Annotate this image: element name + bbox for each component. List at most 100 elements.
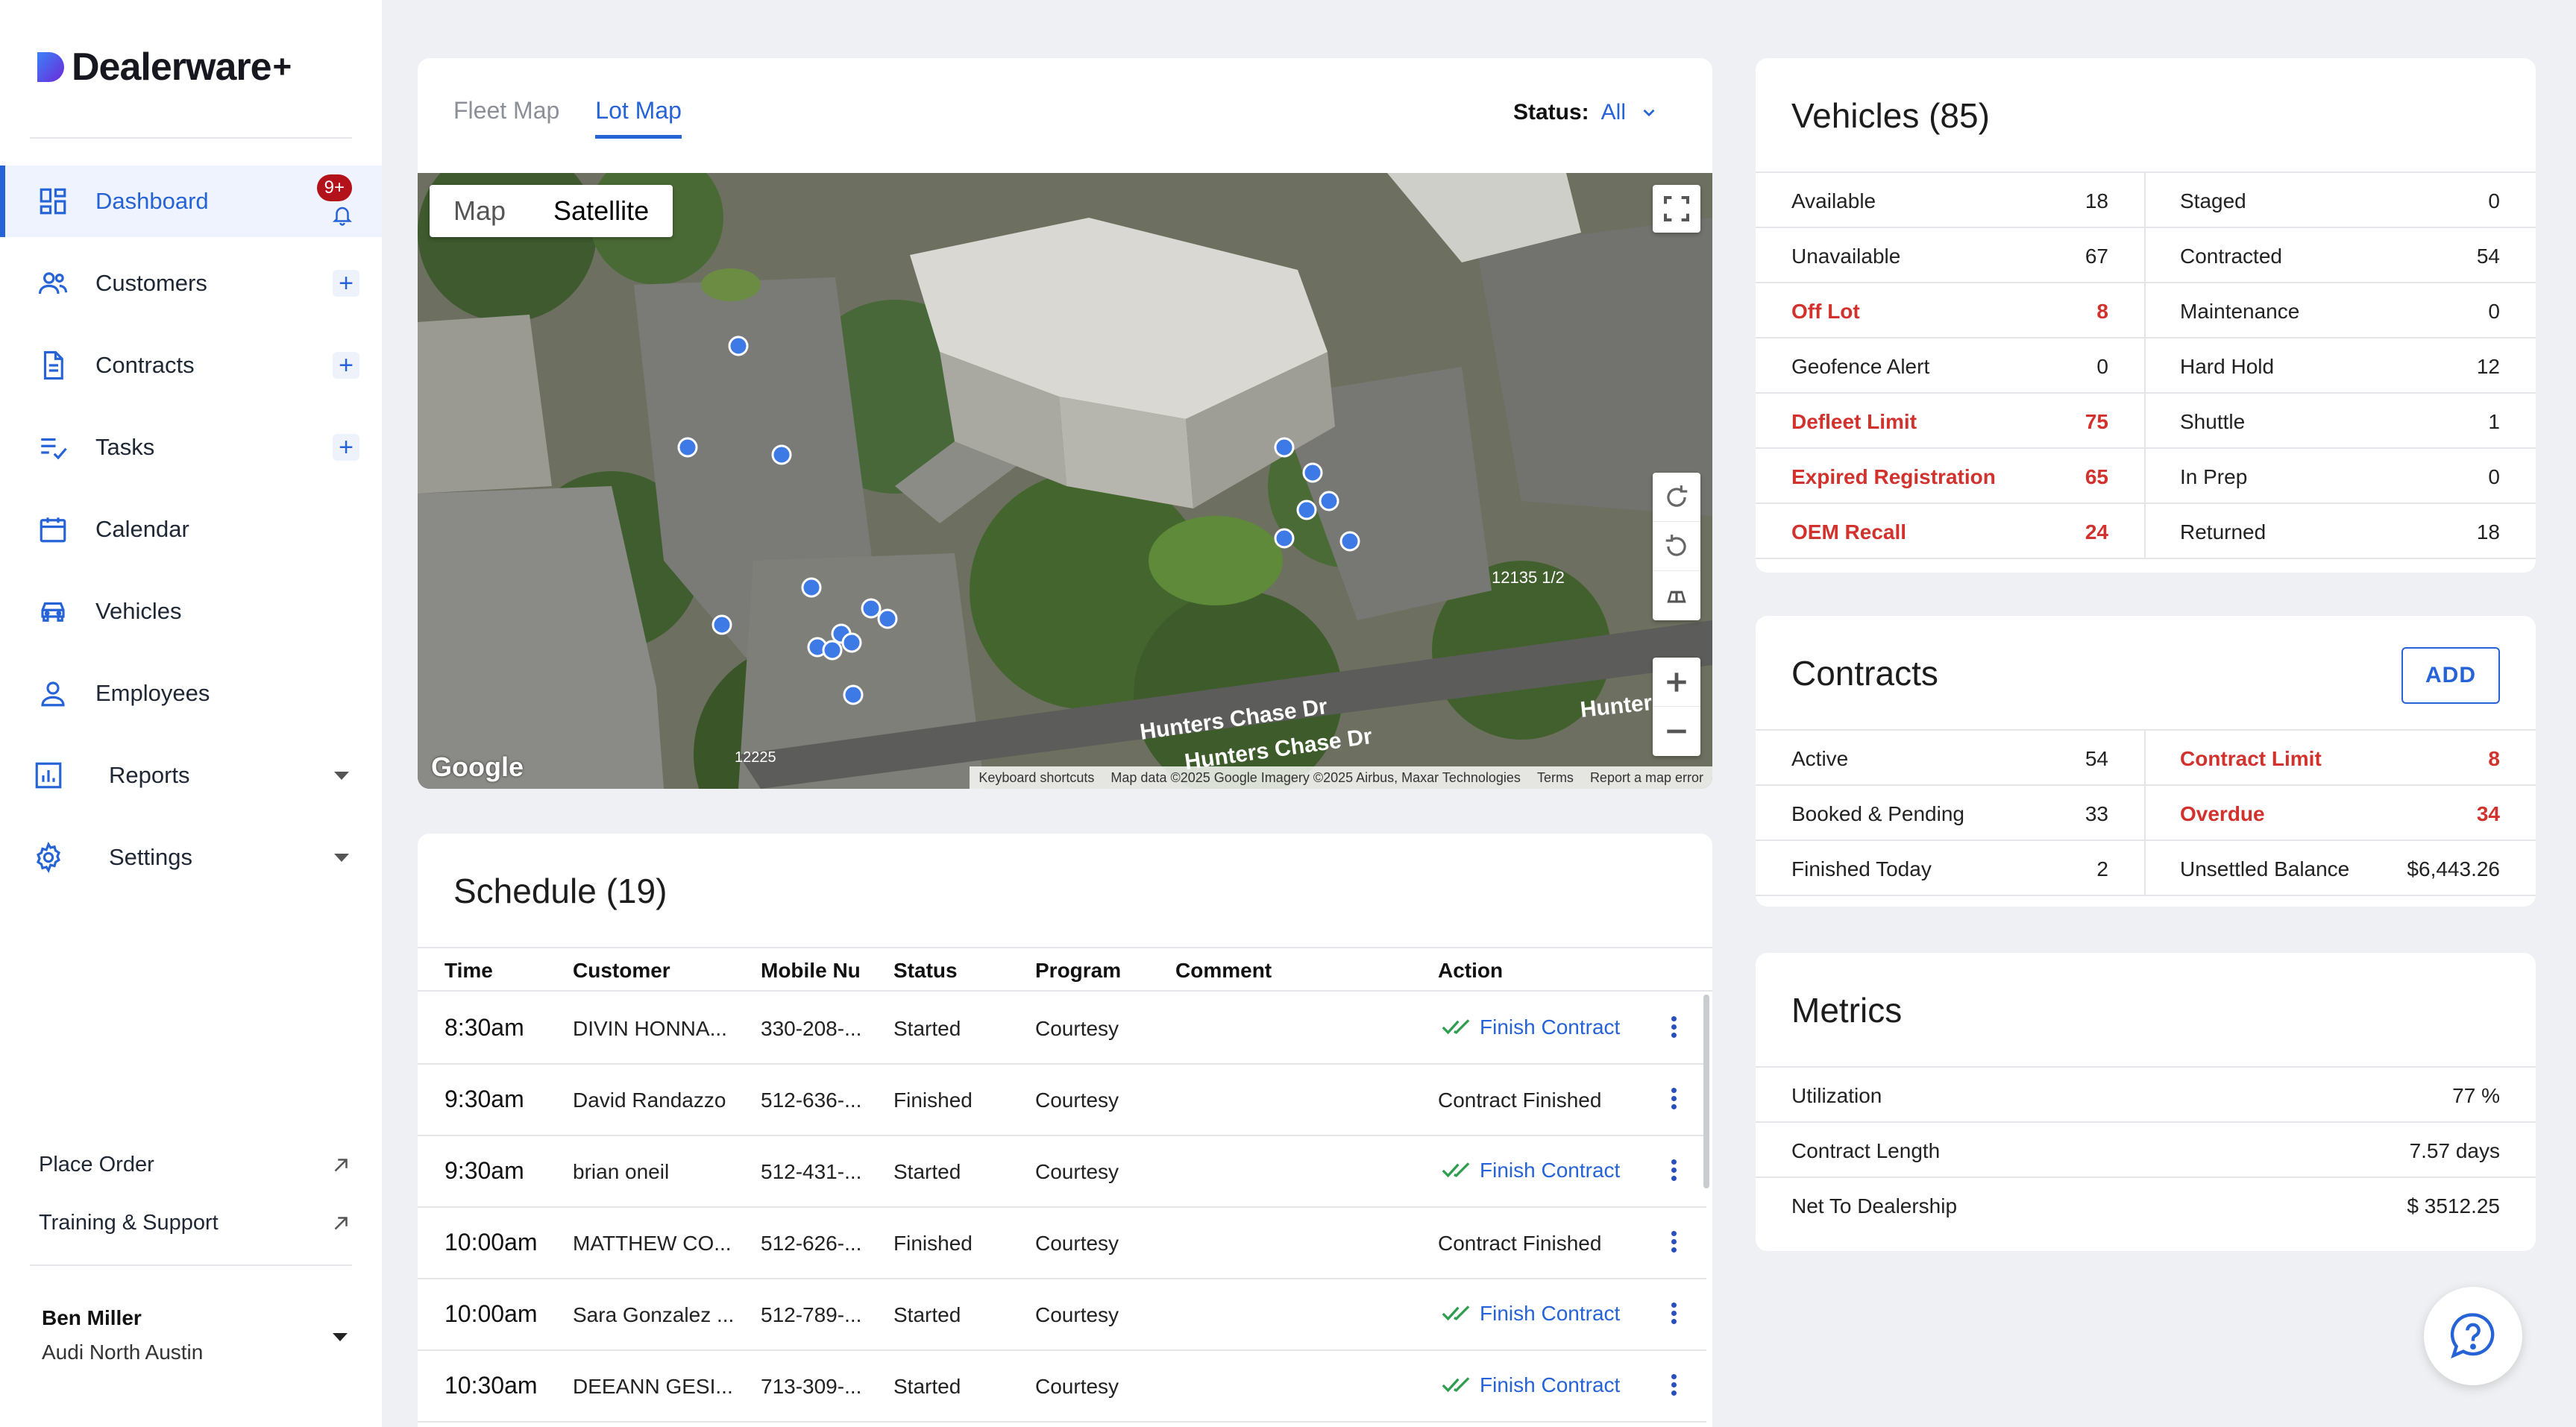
add-customer-button[interactable]: + [333, 270, 359, 297]
stat-staged[interactable]: Staged 0 [2146, 173, 2536, 227]
map-attribution: Keyboard shortcuts Map data ©2025 Google… [970, 766, 1712, 789]
report-map-error-link[interactable]: Report a map error [1590, 770, 1703, 786]
cell-status: Finished [893, 1232, 973, 1255]
rotate-clockwise-button[interactable] [1653, 473, 1700, 522]
nav-item-settings[interactable]: Settings [0, 822, 382, 893]
column-header[interactable]: Action [1438, 959, 1503, 983]
satellite-map[interactable]: Hunters Chase Dr Hunters Chase Dr Hunter… [418, 173, 1712, 789]
stat-expired-registration[interactable]: Expired Registration 65 [1756, 449, 2146, 503]
column-header[interactable]: Comment [1175, 959, 1272, 983]
nav-item-calendar[interactable]: Calendar [0, 494, 382, 565]
row-menu-button[interactable] [1665, 1229, 1683, 1259]
schedule-title: Schedule (19) [453, 872, 667, 910]
table-row[interactable]: 10:30am DEEANN GESI... 713-309-... Start… [418, 1351, 1706, 1423]
row-menu-button[interactable] [1665, 1300, 1683, 1330]
stat-available[interactable]: Available 18 [1756, 173, 2146, 227]
metrics-title: Metrics [1791, 991, 1903, 1030]
nav-item-dashboard[interactable]: Dashboard 9+ [0, 166, 382, 237]
stat-unavailable[interactable]: Unavailable 67 [1756, 228, 2146, 282]
zoom-in-button[interactable] [1653, 658, 1700, 707]
table-row[interactable]: 10:00am Sara Gonzalez ... 512-789-... St… [418, 1279, 1706, 1351]
stat-contracted[interactable]: Contracted 54 [2146, 228, 2536, 282]
finish-contract-button[interactable]: Finish Contract [1441, 1302, 1620, 1326]
row-menu-button[interactable] [1665, 1014, 1683, 1044]
finish-contract-button[interactable]: Finish Contract [1441, 1159, 1620, 1182]
training-support-link[interactable]: Training & Support [39, 1211, 352, 1235]
add-contract-button[interactable]: + [333, 352, 359, 379]
stat-value: 12 [2476, 355, 2500, 378]
stat-oem-recall[interactable]: OEM Recall 24 [1756, 504, 2146, 558]
terms-link[interactable]: Terms [1537, 770, 1574, 786]
stat-returned[interactable]: Returned 18 [2146, 504, 2536, 558]
schedule-scrollbar[interactable] [1703, 995, 1709, 1188]
add-contract-button[interactable]: ADD [2401, 647, 2500, 704]
table-row[interactable]: 10:00am MATTHEW CO... 512-626-... Finish… [418, 1208, 1706, 1279]
tab-fleet-map[interactable]: Fleet Map [453, 97, 559, 139]
place-order-link[interactable]: Place Order [39, 1153, 352, 1177]
nav-item-customers[interactable]: Customers + [0, 248, 382, 319]
place-order-label: Place Order [39, 1153, 154, 1176]
stat-unsettled-balance[interactable]: Unsettled Balance $6,443.26 [2146, 841, 2536, 895]
help-chat-button[interactable] [2424, 1287, 2522, 1385]
rotate-counterclockwise-button[interactable] [1653, 522, 1700, 571]
stat-value: 18 [2085, 189, 2108, 212]
tilt-button[interactable] [1653, 571, 1700, 620]
cell-status: Started [893, 1160, 961, 1183]
cell-program: Courtesy [1035, 1375, 1119, 1398]
stat-overdue[interactable]: Overdue 34 [2146, 786, 2536, 839]
status-filter[interactable]: Status: All [1513, 100, 1659, 125]
nav-label: Reports [109, 762, 190, 788]
nav-item-employees[interactable]: Employees [0, 658, 382, 729]
row-menu-button[interactable] [1665, 1157, 1683, 1187]
stat-finished-today[interactable]: Finished Today 2 [1756, 841, 2146, 895]
map-card: Fleet Map Lot Map Status: All Hunters Ch… [418, 58, 1712, 789]
cell-time: 10:00am [444, 1300, 538, 1327]
cell-mobile: 330-208-... [761, 1017, 862, 1040]
table-row[interactable]: 9:30am brian oneil 512-431-... Started C… [418, 1136, 1706, 1208]
column-header[interactable]: Program [1035, 959, 1121, 983]
column-header[interactable]: Customer [573, 959, 670, 983]
tilt-icon [1667, 590, 1686, 603]
zoom-out-button[interactable] [1653, 707, 1700, 756]
stat-off-lot[interactable]: Off Lot 8 [1756, 283, 2146, 337]
column-header[interactable]: Time [444, 959, 493, 983]
cell-time: 9:30am [444, 1157, 524, 1184]
chevron-down-icon[interactable] [333, 1333, 348, 1341]
cell-mobile: 512-626-... [761, 1232, 862, 1255]
stat-booked-pending[interactable]: Booked & Pending 33 [1756, 786, 2146, 839]
table-row[interactable]: 9:30am David Randazzo 512-636-... Finish… [418, 1065, 1706, 1136]
map-tabs: Fleet Map Lot Map [453, 97, 682, 139]
stat-geofence-alert[interactable]: Geofence Alert 0 [1756, 338, 2146, 392]
nav-item-reports[interactable]: Reports [0, 740, 382, 811]
fullscreen-button[interactable] [1653, 185, 1700, 233]
brand-logo[interactable]: Dealerware + [34, 45, 292, 89]
stat-maintenance[interactable]: Maintenance 0 [2146, 283, 2536, 337]
nav-item-contracts[interactable]: Contracts + [0, 330, 382, 401]
stat-hard-hold[interactable]: Hard Hold 12 [2146, 338, 2536, 392]
stat-shuttle[interactable]: Shuttle 1 [2146, 394, 2536, 447]
map-type-satellite-button[interactable]: Satellite [530, 185, 673, 237]
tab-lot-map[interactable]: Lot Map [595, 97, 682, 139]
vehicles-title: Vehicles (85) [1791, 96, 1990, 135]
finish-contract-button[interactable]: Finish Contract [1441, 1373, 1620, 1397]
bell-icon[interactable] [331, 204, 354, 227]
stat-active[interactable]: Active 54 [1756, 731, 2146, 784]
nav-label: Tasks [95, 434, 155, 460]
add-task-button[interactable]: + [333, 434, 359, 461]
stat-value: 75 [2085, 410, 2108, 433]
nav-item-tasks[interactable]: Tasks + [0, 412, 382, 483]
table-row[interactable]: 8:30am DIVIN HONNA... 330-208-... Starte… [418, 993, 1706, 1065]
tasks-icon [36, 430, 70, 464]
row-menu-button[interactable] [1665, 1372, 1683, 1402]
stat-in-prep[interactable]: In Prep 0 [2146, 449, 2536, 503]
metric-utilization: Utilization 77 % [1756, 1068, 2536, 1123]
row-menu-button[interactable] [1665, 1086, 1683, 1115]
keyboard-shortcuts-link[interactable]: Keyboard shortcuts [978, 770, 1094, 786]
finish-contract-button[interactable]: Finish Contract [1441, 1015, 1620, 1039]
column-header[interactable]: Mobile Nu [761, 959, 861, 983]
map-type-map-button[interactable]: Map [430, 185, 530, 237]
nav-item-vehicles[interactable]: Vehicles [0, 576, 382, 647]
stat-defleet-limit[interactable]: Defleet Limit 75 [1756, 394, 2146, 447]
column-header[interactable]: Status [893, 959, 958, 983]
stat-contract-limit[interactable]: Contract Limit 8 [2146, 731, 2536, 784]
